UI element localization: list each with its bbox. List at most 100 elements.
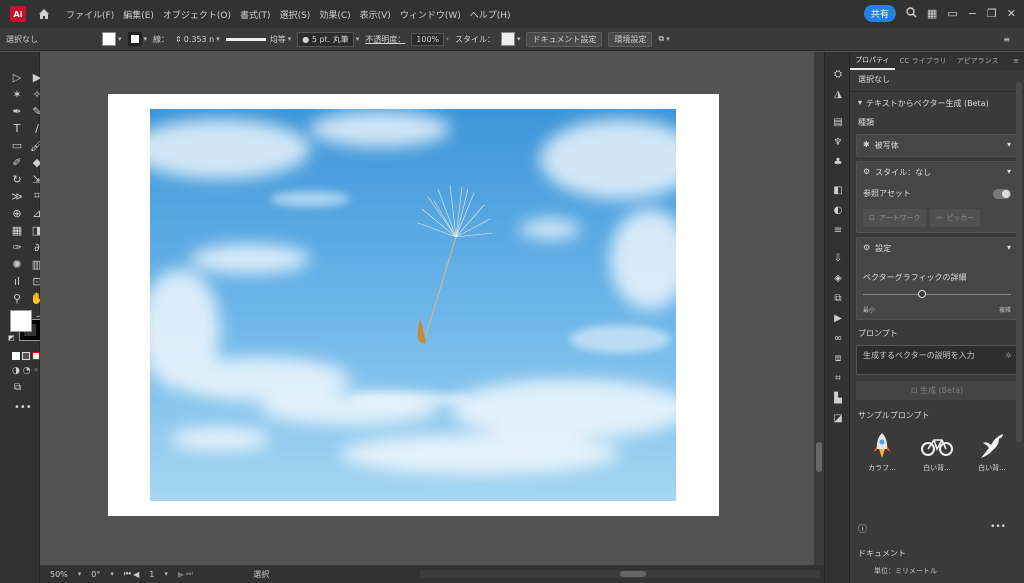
artboards-icon[interactable]: ⧉ — [825, 288, 851, 308]
color-icon[interactable]: ◐ — [825, 200, 851, 220]
default-colors-icon[interactable]: ◩ — [8, 334, 15, 342]
sample-prompt-bicycle[interactable]: 白い背... — [915, 429, 959, 473]
none-mode-icon[interactable] — [32, 352, 40, 360]
graphic-style-picker[interactable]: ▾ — [500, 32, 520, 46]
stroke-weight-field[interactable]: ⇕ 0.353 n ▾ — [175, 35, 220, 44]
tab-properties[interactable]: プロパティ — [850, 52, 895, 70]
menu-window[interactable]: ウィンドウ(W) — [400, 8, 461, 21]
opacity-field[interactable]: 100% › — [411, 32, 449, 46]
panel-scrollbar[interactable] — [1016, 82, 1022, 442]
more-options-icon[interactable]: ••• — [990, 522, 1006, 532]
rectangle-tool-icon[interactable]: ▭ — [8, 138, 26, 152]
artwork-button[interactable]: ⊡ アートワーク — [863, 209, 927, 227]
menu-type[interactable]: 書式(T) — [240, 8, 271, 21]
panel-menu-icon[interactable]: ≡ — [1003, 35, 1010, 44]
close-icon[interactable]: ✕ — [1007, 7, 1016, 20]
panel-options-icon[interactable]: ≡ — [1008, 57, 1024, 65]
brush-definition[interactable]: ● 5 pt. 丸筆 ▾ — [297, 31, 359, 47]
search-icon[interactable] — [906, 6, 917, 21]
picker-button[interactable]: ✑ ピッカー — [930, 209, 981, 227]
selection-tool-icon[interactable]: ▷ — [8, 70, 26, 84]
menu-object[interactable]: オブジェクト(O) — [163, 8, 231, 21]
detail-slider[interactable] — [863, 287, 1011, 301]
fill-swatch[interactable]: ▾ — [102, 32, 122, 46]
fill-color-box[interactable] — [10, 310, 32, 332]
document-canvas[interactable] — [40, 52, 820, 565]
mesh-tool-icon[interactable]: ▦ — [8, 223, 26, 237]
next-artboard-icon[interactable]: ▶ — [178, 570, 184, 579]
menu-view[interactable]: 表示(V) — [360, 8, 391, 21]
color-mode-icon[interactable] — [12, 352, 20, 360]
minimize-icon[interactable]: − — [968, 7, 977, 20]
artboard-dropdown-icon[interactable]: ▾ — [164, 570, 168, 578]
edit-toolbar-icon[interactable]: ••• — [14, 402, 32, 413]
draw-modes-icon[interactable]: ◑ ◔ ◦ — [12, 366, 39, 376]
first-artboard-icon[interactable]: ⏮ — [124, 569, 131, 579]
tab-appearance[interactable]: アピアランス — [952, 56, 1004, 66]
rotation-value[interactable]: 0° — [91, 570, 100, 579]
horizontal-scroll-thumb[interactable] — [620, 571, 646, 577]
opacity-label[interactable]: 不透明度： — [365, 34, 405, 45]
preferences-button[interactable]: 環境設定 — [608, 31, 653, 47]
zoom-level[interactable]: 50% — [50, 570, 68, 579]
image-trace-icon[interactable]: ▤ — [825, 112, 851, 132]
home-icon[interactable] — [36, 6, 52, 22]
settings-dropdown[interactable]: ⚙ 設定 ▾ — [863, 243, 1011, 254]
menu-edit[interactable]: 編集(E) — [123, 8, 154, 21]
symbols-icon[interactable]: ♣ — [825, 152, 851, 172]
arrange-documents-icon[interactable]: ⧉ ▾ — [658, 34, 669, 44]
tab-cc-libraries[interactable]: CC ライブラリ — [895, 56, 952, 66]
sample-prompt-bird[interactable]: 白い背... — [970, 429, 1014, 473]
transform-icon[interactable]: ⌗ — [825, 368, 851, 388]
document-setup-button[interactable]: ドキュメント設定 — [526, 31, 603, 47]
rotation-dropdown-icon[interactable]: ▾ — [110, 570, 114, 578]
magic-wand-tool-icon[interactable]: ✶ — [8, 87, 26, 101]
symbol-sprayer-tool-icon[interactable]: ✺ — [8, 257, 26, 271]
prev-artboard-icon[interactable]: ◀ — [133, 570, 139, 579]
type-dropdown[interactable]: ✱ 被写体 ▾ — [856, 134, 1018, 157]
actions-icon[interactable]: ▶ — [825, 308, 851, 328]
screen-mode-icon[interactable]: ⧉ — [14, 382, 21, 393]
slice-tool-icon[interactable]: ⚲ — [8, 291, 26, 305]
artboard[interactable] — [108, 94, 719, 516]
links-icon[interactable]: ∞ — [825, 328, 851, 348]
shape-builder-tool-icon[interactable]: ⊕ — [8, 206, 26, 220]
reference-asset-toggle[interactable] — [993, 188, 1011, 199]
detail-slider-knob[interactable] — [918, 290, 927, 298]
suggestion-bulb-icon[interactable]: ☼ — [1005, 351, 1012, 360]
menu-help[interactable]: ヘルプ(H) — [470, 8, 511, 21]
pen-tool-icon[interactable]: ✒ — [8, 104, 26, 118]
text-to-vector-header[interactable]: ▾ テキストからベクター生成 (Beta) — [850, 94, 1024, 113]
brushes-icon[interactable]: ♆ — [825, 132, 851, 152]
asset-export-icon[interactable]: ⇩ — [825, 248, 851, 268]
type-tool-icon[interactable]: T — [8, 121, 26, 135]
menu-select[interactable]: 選択(S) — [280, 8, 311, 21]
menu-effect[interactable]: 効果(C) — [319, 8, 350, 21]
sample-prompt-rocket[interactable]: カラフ... — [860, 429, 904, 473]
graph-tool-icon[interactable]: ıl — [8, 274, 26, 288]
stroke-swatch[interactable]: ▾ — [127, 32, 147, 46]
last-artboard-icon[interactable]: ⏭ — [186, 569, 193, 579]
share-button[interactable]: 共有 — [863, 5, 896, 22]
toolbar-grip[interactable] — [0, 52, 39, 62]
workspace-icon[interactable]: ▦ — [927, 7, 937, 20]
layers-icon[interactable]: ◈ — [825, 268, 851, 288]
variable-width-profile[interactable]: 均等 ▾ — [225, 34, 291, 45]
libraries-icon[interactable]: ◮ — [825, 84, 851, 104]
pathfinder-icon[interactable]: ⧈ — [825, 348, 851, 368]
generate-button[interactable]: ⊡ 生成 (Beta) — [856, 381, 1018, 400]
info-icon[interactable]: ⓘ — [858, 522, 867, 535]
shaper-tool-icon[interactable]: ✐ — [8, 155, 26, 169]
gradient-mode-icon[interactable] — [22, 352, 30, 360]
rotate-tool-icon[interactable]: ↻ — [8, 172, 26, 186]
menu-file[interactable]: ファイル(F) — [66, 8, 114, 21]
artboard-number[interactable]: 1 — [149, 570, 154, 579]
canvas-horizontal-scrollbar[interactable] — [420, 570, 820, 578]
sky-photo[interactable] — [150, 109, 676, 501]
restore-icon[interactable]: ❐ — [987, 7, 997, 20]
glyphs-icon[interactable]: ◪ — [825, 408, 851, 428]
style-dropdown[interactable]: ⚙ スタイル：なし ▾ — [863, 167, 1011, 178]
canvas-vertical-scrollbar[interactable] — [814, 52, 824, 565]
eyedropper-tool-icon[interactable]: ✑ — [8, 240, 26, 254]
width-tool-icon[interactable]: ≫ — [8, 189, 26, 203]
